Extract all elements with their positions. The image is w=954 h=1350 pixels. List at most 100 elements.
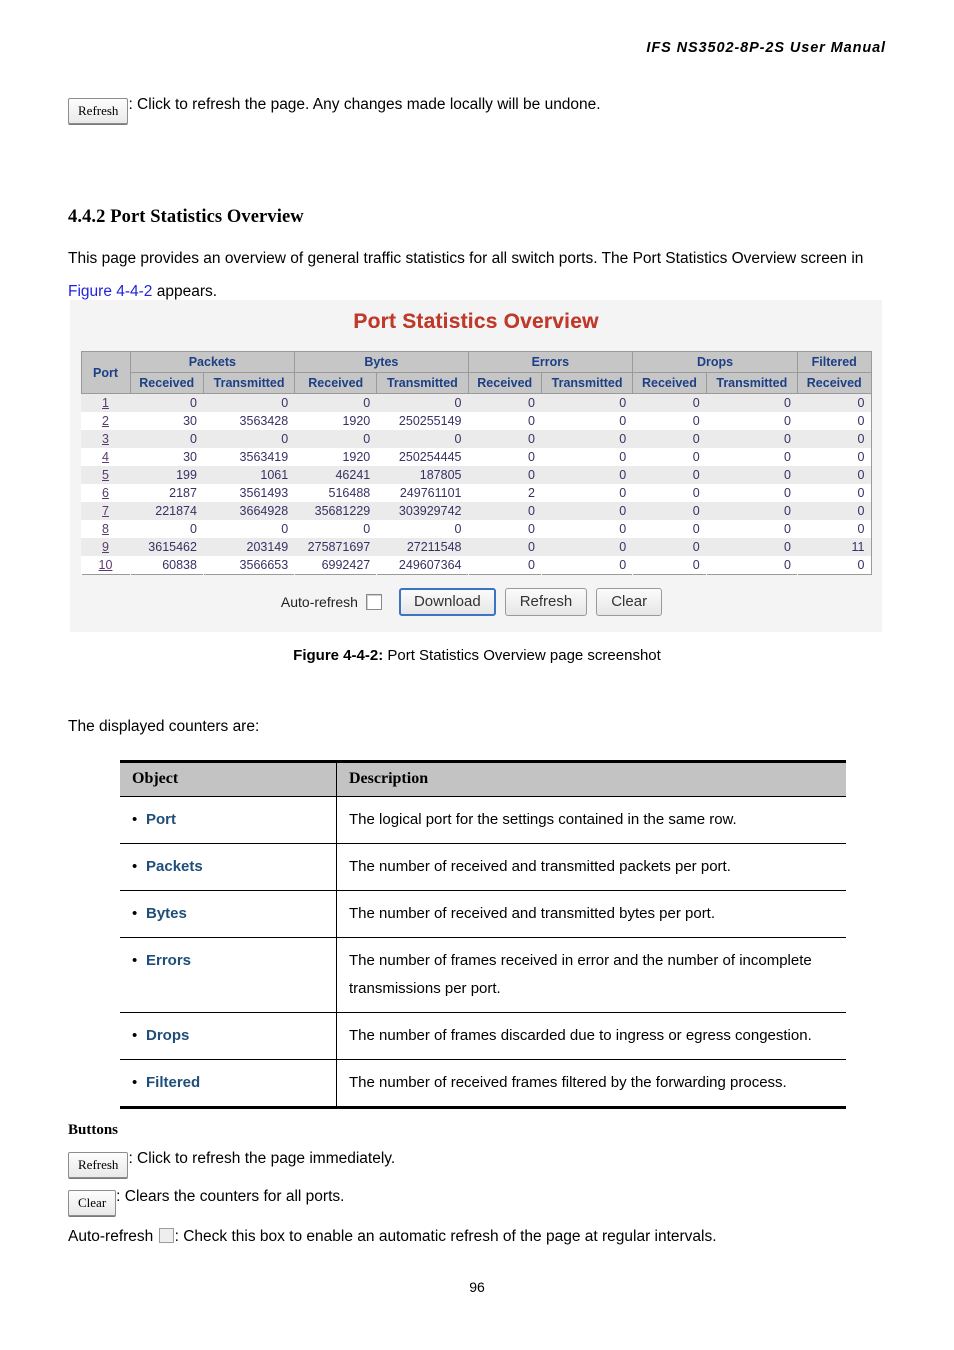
stat-cell: 0 [692,396,700,410]
stat-cell: 0 [692,540,700,554]
table-row: 8 0 0 0 0 0 0 0 0 0 [81,520,871,538]
bullet-icon: • [132,952,138,969]
stat-cell: 0 [857,450,865,464]
screenshot-figure: Port Statistics Overview Port Packets By… [70,300,882,632]
port-link[interactable]: 9 [102,540,109,554]
port-statistics-table: Port Packets Bytes Errors Drops Filtered… [80,351,872,575]
stats-sub-header-row: Received Transmitted Received Transmitte… [81,372,872,394]
stat-cell: 3615462 [148,540,197,554]
buttons-clear-text: : Clears the counters for all ports. [116,1188,345,1205]
header-errors-received: Received [467,372,542,394]
desc-header-row: Object Description [120,761,846,797]
figure-caption-text: Port Statistics Overview page screenshot [383,647,661,664]
refresh-button[interactable]: Refresh [68,98,129,124]
object-cell: • Errors [120,937,337,1013]
object-cell: • Packets [120,843,337,891]
stat-cell: 203149 [246,540,289,554]
stat-cell: 0 [619,522,627,536]
object-label: Bytes [146,905,187,922]
port-cell: 4 [81,448,130,466]
stat-cell: 0 [857,558,865,572]
stat-cell: 0 [783,558,791,572]
buttons-refresh-button[interactable]: Refresh [68,1152,129,1178]
port-link[interactable]: 1 [102,396,109,410]
port-cell: 1 [81,394,130,413]
port-link[interactable]: 10 [99,558,113,572]
stat-cell: 0 [692,450,700,464]
stat-cell: 0 [692,504,700,518]
stats-table-body: 1 0 0 0 0 0 0 0 0 0 2 30 3563428 1920 250255149 0 0 0 0 0 3 0… [81,393,871,575]
desc-header-object: Object [120,761,337,797]
stat-cell: 1061 [260,468,289,482]
stat-cell: 0 [528,432,535,446]
stat-cell: 0 [619,558,627,572]
header-group-filtered: Filtered [796,351,872,373]
stat-cell: 0 [619,396,627,410]
table-row: • Port The logical port for the settings c… [120,796,846,844]
stat-cell: 46241 [335,468,371,482]
port-link[interactable]: 7 [102,504,109,518]
buttons-auto-refresh-checkbox[interactable] [158,1228,174,1243]
stat-cell: 516488 [328,486,371,500]
stat-cell: 0 [783,522,791,536]
stat-cell: 0 [528,414,535,428]
stat-cell: 2 [528,486,535,500]
stat-cell: 0 [454,522,462,536]
intro-paragraph-part1: This page provides an overview of genera… [68,250,864,267]
stat-cell: 60838 [162,558,197,572]
auto-refresh-checkbox[interactable] [365,594,382,611]
header-group-bytes: Bytes [294,351,469,373]
header-filtered-received: Received [796,372,872,394]
stat-cell: 3566653 [239,558,289,572]
stat-cell: 0 [190,432,197,446]
stat-cell: 0 [528,504,535,518]
stat-cell: 3563419 [239,450,289,464]
stat-cell: 250254445 [398,450,462,464]
stat-cell: 0 [783,432,791,446]
port-link[interactable]: 8 [102,522,109,536]
stat-cell: 0 [857,396,865,410]
port-link[interactable]: 2 [102,414,109,428]
stat-cell: 0 [363,396,371,410]
stat-cell: 30 [183,450,197,464]
figure-clear-button[interactable]: Clear [596,588,663,617]
header-group-packets: Packets [129,351,296,373]
description-cell: The number of frames received in error a… [336,937,846,1013]
bullet-icon: • [132,1074,138,1091]
stat-cell: 0 [619,450,627,464]
stat-cell: 11 [851,540,865,554]
stat-cell: 0 [783,450,791,464]
page-number: 96 [469,1279,485,1295]
header-errors-transmitted: Transmitted [540,372,634,394]
table-row: 9 3615462 203149 275871697 27211548 0 0 0 0 11 [81,538,871,556]
table-row: 5 199 1061 46241 187805 0 0 0 0 0 [81,466,871,484]
figure-cross-reference-link[interactable]: Figure 4-4-2 [68,283,152,300]
stat-cell: 0 [619,414,627,428]
figure-refresh-button[interactable]: Refresh [504,588,588,617]
stat-cell: 0 [528,450,535,464]
header-bytes-received: Received [294,372,378,394]
stat-cell: 0 [692,468,700,482]
stat-cell: 0 [619,432,627,446]
stat-cell: 0 [528,558,535,572]
object-cell: • Filtered [120,1059,337,1108]
buttons-clear-button[interactable]: Clear [68,1190,117,1216]
stat-cell: 0 [190,396,197,410]
port-link[interactable]: 4 [102,450,109,464]
table-row: 4 30 3563419 1920 250254445 0 0 0 0 0 [81,448,871,466]
buttons-clear-line: Clear: Clears the counters for all ports… [68,1188,344,1216]
table-row: 3 0 0 0 0 0 0 0 0 0 [81,430,871,448]
desc-table-body: • Port The logical port for the settings c… [120,796,846,1108]
stat-cell: 0 [281,396,289,410]
header-drops-received: Received [632,372,707,394]
stats-group-header-row: Port Packets Bytes Errors Drops Filtered [80,351,872,394]
auto-refresh-label: Auto-refresh [280,594,358,611]
stat-cell: 0 [783,486,791,500]
stat-cell: 0 [783,396,791,410]
port-link[interactable]: 3 [102,432,109,446]
stat-cell: 0 [528,540,535,554]
download-button[interactable]: Download [398,588,496,617]
table-row: • Errors The number of frames received in … [120,937,846,1013]
port-link[interactable]: 5 [102,468,109,482]
port-link[interactable]: 6 [102,486,109,500]
